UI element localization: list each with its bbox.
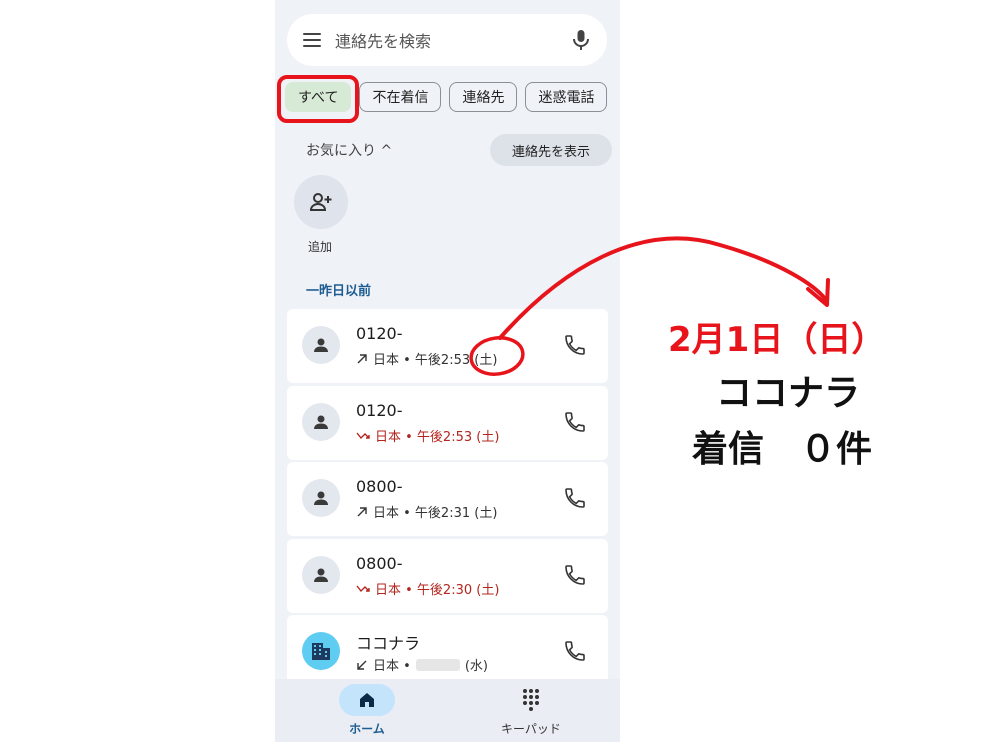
phone-icon[interactable] (563, 563, 587, 587)
nav-home-button[interactable] (339, 684, 395, 716)
call-detail-text: 日本 • (373, 659, 411, 674)
search-bar[interactable]: 連絡先を検索 (287, 14, 607, 66)
call-detail-text: 日本 • 午後2:53 (土) (375, 430, 500, 445)
home-icon (360, 693, 374, 707)
call-row[interactable]: 0800- 日本 • 午後2:30 (土) (287, 539, 608, 613)
call-row[interactable]: 0800- 日本 • 午後2:31 (土) (287, 462, 608, 536)
call-number: 0120- (356, 324, 403, 343)
person-icon (302, 556, 340, 594)
call-number: 0120- (356, 401, 403, 420)
outgoing-call-icon (357, 506, 367, 516)
nav-home-label[interactable]: ホーム (337, 720, 397, 737)
outgoing-call-icon (357, 353, 367, 363)
phone-icon[interactable] (563, 410, 587, 434)
annotation-date: 2月1日（日） (668, 320, 886, 360)
call-detail-text: 日本 • 午後2:30 (土) (375, 583, 500, 598)
person-icon (302, 403, 340, 441)
person-icon (302, 326, 340, 364)
call-detail: 日本 • 午後2:30 (土) (356, 579, 499, 598)
favorites-toggle[interactable]: お気に入り ^ (306, 140, 392, 160)
call-row[interactable]: 0120- 日本 • 午後2:53 (土) (287, 309, 608, 383)
incoming-call-icon (357, 660, 367, 670)
chip-spam[interactable]: 迷惑電話 (525, 82, 608, 112)
call-detail-day: (水) (464, 659, 488, 674)
call-detail: 日本 • 午後2:31 (土) (356, 502, 497, 521)
call-row[interactable]: ココナラ 日本 • (水) (287, 615, 608, 689)
call-detail: 日本 • (水) (356, 655, 488, 674)
bottom-nav: ホーム キーパッド (275, 679, 620, 742)
nav-keypad-label[interactable]: キーパッド (491, 720, 571, 737)
blurred-time (415, 658, 460, 671)
chip-contacts[interactable]: 連絡先 (449, 82, 518, 112)
highlight-box-all-chip (277, 75, 359, 123)
keypad-icon[interactable] (519, 688, 543, 712)
chip-missed[interactable]: 不在着信 (359, 82, 442, 112)
phone-icon[interactable] (563, 639, 587, 663)
call-detail-text: 日本 • 午後2:31 (土) (373, 506, 498, 521)
search-input[interactable]: 連絡先を検索 (335, 28, 571, 52)
missed-call-icon (356, 432, 370, 439)
missed-call-icon (356, 585, 370, 592)
annotation-name: ココナラ (716, 373, 861, 414)
hamburger-icon[interactable] (303, 33, 321, 47)
add-favorite-label: 追加 (308, 240, 333, 254)
call-number: 0800- (356, 554, 403, 573)
call-number: ココナラ (356, 634, 421, 653)
call-detail: 日本 • 午後2:53 (土) (356, 349, 497, 368)
building-icon (302, 632, 340, 670)
call-number: 0800- (356, 477, 403, 496)
section-label: 一昨日以前 (306, 284, 372, 299)
annotation-arrowhead (806, 278, 830, 307)
annotation-count: 着信 ０件 (692, 429, 873, 470)
person-icon (302, 479, 340, 517)
phone-icon[interactable] (563, 486, 587, 510)
phone-icon[interactable] (563, 333, 587, 357)
call-detail: 日本 • 午後2:53 (土) (356, 426, 499, 445)
show-contacts-button[interactable]: 連絡先を表示 (489, 134, 612, 166)
microphone-icon[interactable] (571, 28, 591, 52)
favorites-header: お気に入り ^ 連絡先を表示 (306, 134, 612, 166)
add-person-icon (309, 193, 332, 211)
call-row[interactable]: 0120- 日本 • 午後2:53 (土) (287, 386, 608, 460)
call-detail-text: 日本 • 午後2:53 (土) (373, 353, 498, 368)
add-favorite-button[interactable] (294, 175, 348, 229)
